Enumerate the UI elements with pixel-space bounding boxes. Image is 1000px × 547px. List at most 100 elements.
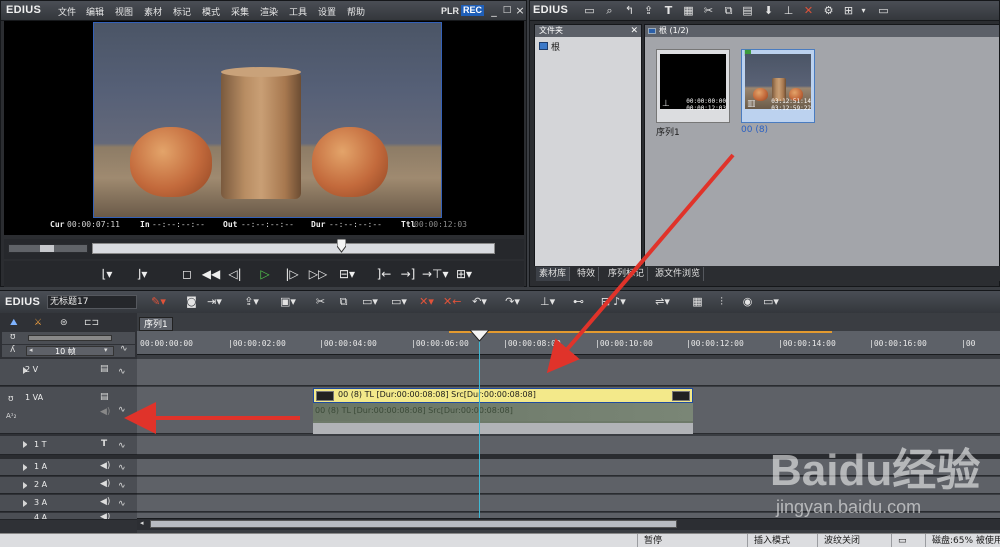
set-in-icon[interactable]: ⌊▾ [96, 265, 118, 283]
audio-mixer-icon[interactable]: ♪▾ [612, 295, 627, 309]
scroll-left-icon[interactable]: ◂ [140, 519, 144, 527]
position-marker-icon[interactable] [337, 239, 346, 253]
add-clip-icon[interactable]: ⇥▾ [207, 295, 222, 309]
track-expand-icon[interactable] [23, 441, 30, 448]
status-ripple[interactable]: 波纹关闭 [817, 534, 891, 547]
lock-icon[interactable]: ʊ [10, 332, 16, 342]
snap-icon[interactable]: ⚔ [34, 318, 42, 328]
track-header-3a[interactable]: 3 A ◀) ∿ [0, 495, 137, 512]
ripple-delete-icon[interactable]: ✕← [443, 295, 461, 309]
bin-settings-icon[interactable]: ▭ [876, 4, 891, 18]
speaker-icon[interactable]: ◀) [100, 497, 110, 507]
insert-to-timeline-icon[interactable]: ]← [374, 265, 394, 283]
video-toggle-icon[interactable]: ▤ [100, 392, 109, 402]
sync-icon[interactable]: ⊜ [60, 318, 68, 328]
folder-icon[interactable]: ▭ [582, 4, 597, 18]
zoom-level-select[interactable]: ◂ 10 帧 ▾ [26, 346, 114, 356]
layout-icon[interactable]: ▭▾ [763, 295, 779, 309]
track-header-2a[interactable]: 2 A ◀) ∿ [0, 477, 137, 494]
delete-icon[interactable]: ✕▾ [419, 295, 434, 309]
cut-icon[interactable]: ✂ [313, 295, 328, 309]
track-lane-2v[interactable] [137, 359, 1000, 386]
menu-mode[interactable]: 模式 [202, 5, 220, 18]
zoom-dropdown-icon[interactable]: ▾ [104, 346, 108, 354]
waveform-icon[interactable]: ∿ [120, 344, 128, 354]
view-mode-icon[interactable]: ⊞ [841, 4, 856, 18]
paste-icon[interactable]: ▤ [740, 4, 755, 18]
settings-sliders-icon[interactable]: ⫶ [714, 295, 729, 309]
menu-help[interactable]: 帮助 [347, 5, 365, 18]
tab-source-browser[interactable]: 源文件浏览 [652, 267, 705, 281]
menu-clip[interactable]: 素材 [144, 5, 162, 18]
multicam-icon[interactable]: ▦ [690, 295, 705, 309]
sync-lock-icon[interactable]: ∿ [118, 463, 126, 473]
title-track-icon[interactable]: T [101, 439, 107, 449]
playback-options-icon[interactable]: ⊞▾ [452, 265, 476, 283]
add-clip-icon[interactable]: ⇪ [641, 4, 656, 18]
playhead-line[interactable] [479, 331, 480, 518]
folder-pane-close-icon[interactable]: ✕ [630, 25, 638, 37]
timeline-hscroll-thumb[interactable] [150, 520, 677, 528]
open-project-icon[interactable]: ◙ [184, 295, 199, 309]
color-bars-icon[interactable]: ▦ [681, 4, 696, 18]
folder-root-item[interactable]: 根 [551, 40, 560, 53]
step-forward-icon[interactable]: |▷ [283, 265, 301, 283]
minimize-button[interactable]: _ [488, 5, 500, 17]
clip-name-selected[interactable]: 00 (8) [741, 125, 768, 135]
rewind-icon[interactable]: ◀◀ [201, 265, 221, 283]
step-back-icon[interactable]: ◁| [226, 265, 244, 283]
clip-thumbnail-selected[interactable]: ■ ▥ 03:12:51:14 03:12:59:22 [741, 48, 815, 123]
record-icon[interactable]: ◉ [740, 295, 755, 309]
plr-mode-button[interactable]: PLR [441, 6, 459, 16]
speaker-icon[interactable]: ◀) [100, 479, 110, 489]
speaker-icon[interactable]: ◀) [100, 461, 110, 471]
track-header-4a[interactable]: 4 A ◀) [0, 513, 137, 520]
menu-capture[interactable]: 采集 [231, 5, 249, 18]
video-toggle-icon[interactable]: ▤ [100, 364, 109, 374]
link-mode-icon[interactable]: ⊏⊐ [84, 318, 99, 328]
menu-file[interactable]: 文件 [58, 5, 76, 18]
track-header-1t[interactable]: 1 T T ∿ [0, 436, 137, 455]
menu-render[interactable]: 渲染 [260, 5, 278, 18]
track-header-2v[interactable]: 2 V ▤ ∿ [0, 359, 137, 386]
sync-lock-icon[interactable]: ∿ [118, 405, 126, 415]
video-clip[interactable]: 00 (8) TL [Dur:00:00:08:08] Src[Dur:00:0… [313, 388, 693, 403]
maximize-button[interactable]: □ [501, 5, 513, 17]
cut-icon[interactable]: ✂ [701, 4, 716, 18]
audio-patch-icon[interactable]: A¹₂ [6, 412, 16, 420]
clip-name[interactable]: 序列1 [656, 125, 680, 138]
clip-thumbnail-sequence[interactable]: ⊥ 00:00:00:00 00:00:12:03 [656, 49, 730, 123]
audio-clip[interactable]: 00 (8) TL [Dur:00:00:08:08] Src[Dur:00:0… [313, 403, 693, 434]
delete-icon[interactable]: ✕ [801, 4, 816, 18]
playhead-handle-icon[interactable] [470, 330, 489, 342]
search-icon[interactable]: ⌕ [602, 4, 617, 18]
sync-lock-icon[interactable]: ∿ [118, 441, 126, 451]
play-icon[interactable]: ▷ [256, 265, 274, 283]
timeline-zoom-slider[interactable] [28, 335, 112, 341]
tab-sequence-markers[interactable]: 序列标记 [605, 267, 649, 281]
sequence-tab[interactable]: 序列1 [139, 317, 173, 331]
tab-effects[interactable]: 特效 [574, 267, 600, 281]
properties-icon[interactable]: ⚙ [821, 4, 836, 18]
shuttle-grip[interactable] [40, 245, 54, 252]
mode-icon[interactable]: ⛰ [10, 318, 18, 328]
group-icon[interactable]: ⊟ [598, 295, 613, 309]
status-insert-mode[interactable]: 插入模式 [747, 534, 817, 547]
track-expand-icon[interactable] [23, 500, 30, 507]
render-icon[interactable]: ⇌▾ [655, 295, 670, 309]
undo-icon[interactable]: ↶▾ [472, 295, 487, 309]
match-frame-icon[interactable]: →⊤▾ [422, 265, 449, 283]
save-project-icon[interactable]: ▣▾ [280, 295, 296, 309]
track-header-1va[interactable]: ʊ A¹₂ 1 VA ▤ ◀) ∿ [0, 387, 137, 434]
link-icon[interactable]: ⊷ [571, 295, 586, 309]
insert-icon[interactable]: ⊥ [781, 4, 796, 18]
redo-icon[interactable]: ↷▾ [505, 295, 520, 309]
menu-tools[interactable]: 工具 [289, 5, 307, 18]
sync-lock-icon[interactable]: ∿ [118, 481, 126, 491]
speaker-icon[interactable]: ◀) [100, 513, 110, 519]
copy-icon[interactable]: ⧉ [336, 295, 351, 309]
add-to-timeline-icon[interactable]: ⬇ [761, 4, 776, 18]
menu-marker[interactable]: 标记 [173, 5, 191, 18]
track-expand-icon[interactable] [23, 482, 30, 489]
track-header-1a[interactable]: 1 A ◀) ∿ [0, 459, 137, 476]
